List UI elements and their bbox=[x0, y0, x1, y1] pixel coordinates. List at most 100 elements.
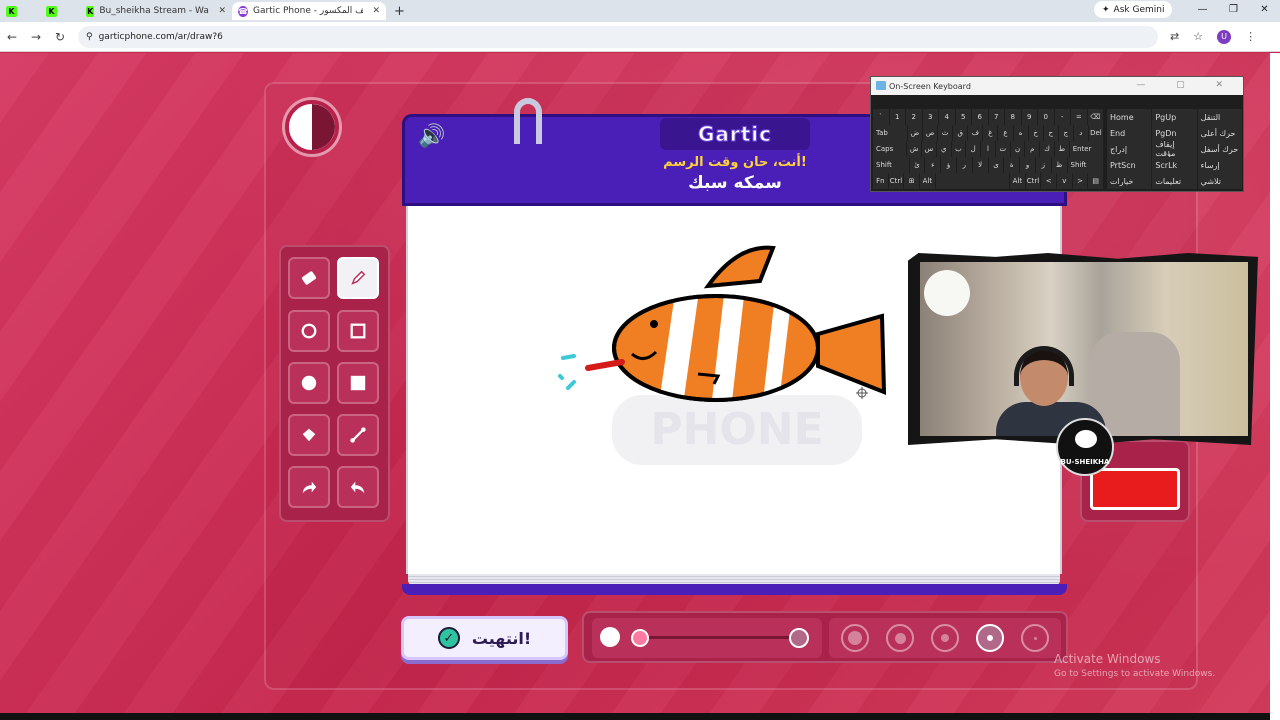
osk-key[interactable]: 0 bbox=[1038, 109, 1054, 125]
site-info-icon[interactable]: ⚲ bbox=[86, 32, 93, 42]
osk-pgup-key[interactable]: PgUp bbox=[1152, 109, 1197, 125]
osk-options-key[interactable]: خيارات bbox=[1107, 173, 1152, 189]
osk-key[interactable]: ش bbox=[907, 141, 922, 157]
osk-key[interactable]: ض bbox=[907, 125, 923, 141]
osk-key[interactable]: ع bbox=[998, 125, 1013, 141]
osk-space-key[interactable] bbox=[935, 173, 1010, 189]
done-button[interactable]: ✓ انتهيت! bbox=[401, 616, 568, 660]
translate-icon[interactable]: ⇄ bbox=[1170, 30, 1179, 43]
osk-key[interactable]: ه bbox=[1013, 125, 1028, 141]
osk-prtscn-key[interactable]: PrtScn bbox=[1107, 157, 1152, 173]
close-window-icon[interactable]: ✕ bbox=[1249, 0, 1280, 18]
osk-move-down-key[interactable]: حرك أسفل bbox=[1197, 141, 1242, 157]
menu-kebab-icon[interactable]: ⋮ bbox=[1245, 30, 1256, 43]
osk-key[interactable]: س bbox=[922, 141, 936, 157]
osk-key[interactable]: 2 bbox=[906, 109, 922, 125]
osk-alt-key[interactable]: Alt bbox=[1010, 173, 1025, 189]
osk-key[interactable]: ` bbox=[873, 109, 889, 125]
reload-icon[interactable]: ↻ bbox=[48, 30, 72, 44]
arrow-right-icon[interactable]: > bbox=[1072, 173, 1088, 189]
eraser-tool[interactable] bbox=[288, 257, 330, 299]
osk-key[interactable]: 6 bbox=[972, 109, 988, 125]
browser-tab-3[interactable]: K Bu_sheikha Stream - Watch Live ✕ bbox=[80, 2, 232, 20]
brush-size-option-selected[interactable] bbox=[976, 624, 1004, 652]
ellipse-filled-tool[interactable] bbox=[288, 362, 330, 404]
osk-key[interactable]: غ bbox=[983, 125, 998, 141]
osk-key[interactable]: و bbox=[1020, 157, 1035, 173]
brush-size-option[interactable] bbox=[931, 624, 959, 652]
osk-key[interactable]: ج bbox=[1058, 125, 1073, 141]
opacity-slider-track[interactable] bbox=[638, 636, 798, 639]
browser-tab-gartic[interactable]: ☎ Gartic Phone - الهاتف المكسور ✕ bbox=[232, 2, 386, 20]
osk-key[interactable]: - bbox=[1054, 109, 1070, 125]
line-tool[interactable] bbox=[337, 414, 379, 456]
close-tab-icon[interactable]: ✕ bbox=[372, 6, 380, 16]
osk-key[interactable]: 3 bbox=[922, 109, 938, 125]
osk-key[interactable]: ى bbox=[988, 157, 1004, 173]
osk-key[interactable]: ظ bbox=[1051, 157, 1067, 173]
osk-key[interactable]: 9 bbox=[1021, 109, 1037, 125]
close-tab-icon[interactable]: ✕ bbox=[218, 6, 226, 16]
osk-key[interactable]: = bbox=[1071, 109, 1087, 125]
back-icon[interactable]: ← bbox=[0, 30, 24, 44]
osk-enter-key[interactable]: Enter bbox=[1069, 141, 1103, 157]
browser-tab-2[interactable]: K bbox=[40, 2, 80, 20]
osk-tab-key[interactable]: Tab bbox=[873, 125, 907, 141]
brush-size-option[interactable] bbox=[841, 624, 869, 652]
osk-key[interactable]: ي bbox=[936, 141, 951, 157]
osk-scrlk-key[interactable]: ScrLk bbox=[1152, 157, 1197, 173]
opacity-slider-handle[interactable] bbox=[631, 629, 649, 647]
minimize-icon[interactable]: — bbox=[1187, 0, 1218, 18]
ask-gemini-button[interactable]: ✦ Ask Gemini bbox=[1094, 1, 1173, 18]
osk-key[interactable]: ن bbox=[1010, 141, 1025, 157]
osk-pgdn-key[interactable]: PgDn bbox=[1152, 125, 1197, 141]
osk-shift-key[interactable]: Shift bbox=[873, 157, 909, 173]
osk-key[interactable]: 4 bbox=[939, 109, 955, 125]
windows-icon[interactable]: ⊞ bbox=[904, 173, 920, 189]
osk-caps-key[interactable]: Caps bbox=[873, 141, 907, 157]
osk-help-key[interactable]: تعليمات bbox=[1152, 173, 1197, 189]
arrow-down-icon[interactable]: v bbox=[1057, 173, 1072, 189]
osk-key[interactable]: ط bbox=[1054, 141, 1069, 157]
osk-shift-key[interactable]: Shift bbox=[1067, 157, 1104, 173]
osk-del-key[interactable]: Del bbox=[1088, 125, 1103, 141]
osk-ctrl-key[interactable]: Ctrl bbox=[888, 173, 904, 189]
arrow-left-icon[interactable]: < bbox=[1041, 173, 1057, 189]
selected-color-swatch[interactable] bbox=[1090, 468, 1180, 510]
osk-home-key[interactable]: Home bbox=[1107, 109, 1152, 125]
osk-key[interactable]: ئ bbox=[909, 157, 925, 173]
osk-title-bar[interactable]: On-Screen Keyboard — ▢ ✕ bbox=[871, 77, 1243, 95]
browser-tab-1[interactable]: K bbox=[0, 2, 40, 20]
osk-ctrl-key[interactable]: Ctrl bbox=[1025, 173, 1041, 189]
osk-key[interactable]: ف bbox=[968, 125, 983, 141]
rect-outline-tool[interactable] bbox=[337, 310, 379, 352]
scrollbar-track[interactable] bbox=[1270, 53, 1280, 720]
undo-tool[interactable] bbox=[337, 466, 379, 508]
rect-filled-tool[interactable] bbox=[337, 362, 379, 404]
ellipse-outline-tool[interactable] bbox=[288, 310, 330, 352]
pencil-tool[interactable] bbox=[337, 257, 379, 299]
osk-key[interactable]: ة bbox=[1004, 157, 1020, 173]
osk-end-key[interactable]: End bbox=[1107, 125, 1152, 141]
osk-backspace-key[interactable]: ⌫ bbox=[1087, 109, 1103, 125]
osk-dock-key[interactable]: إرساء bbox=[1197, 157, 1242, 173]
profile-avatar[interactable]: U bbox=[1217, 29, 1232, 44]
osk-key[interactable]: ت bbox=[995, 141, 1010, 157]
osk-alt-key[interactable]: Alt bbox=[920, 173, 935, 189]
osk-key[interactable]: ز bbox=[1035, 157, 1051, 173]
osk-key[interactable]: ء bbox=[925, 157, 941, 173]
osk-key[interactable]: ق bbox=[953, 125, 968, 141]
bookmark-star-icon[interactable]: ☆ bbox=[1193, 30, 1203, 43]
osk-key[interactable]: م bbox=[1025, 141, 1040, 157]
menu-key-icon[interactable]: ▤ bbox=[1088, 173, 1104, 189]
osk-fade-key[interactable]: تلاشي bbox=[1197, 173, 1242, 189]
osk-key[interactable]: ك bbox=[1040, 141, 1054, 157]
osk-key[interactable]: ؤ bbox=[941, 157, 956, 173]
osk-key[interactable]: 8 bbox=[1005, 109, 1021, 125]
osk-move-up-key[interactable]: حرك أعلى bbox=[1197, 125, 1242, 141]
osk-key[interactable]: ص bbox=[923, 125, 938, 141]
osk-key[interactable]: خ bbox=[1028, 125, 1043, 141]
osk-nav-key[interactable]: التنقل bbox=[1197, 109, 1242, 125]
brush-size-option[interactable] bbox=[886, 624, 914, 652]
osk-key[interactable]: ل bbox=[966, 141, 981, 157]
